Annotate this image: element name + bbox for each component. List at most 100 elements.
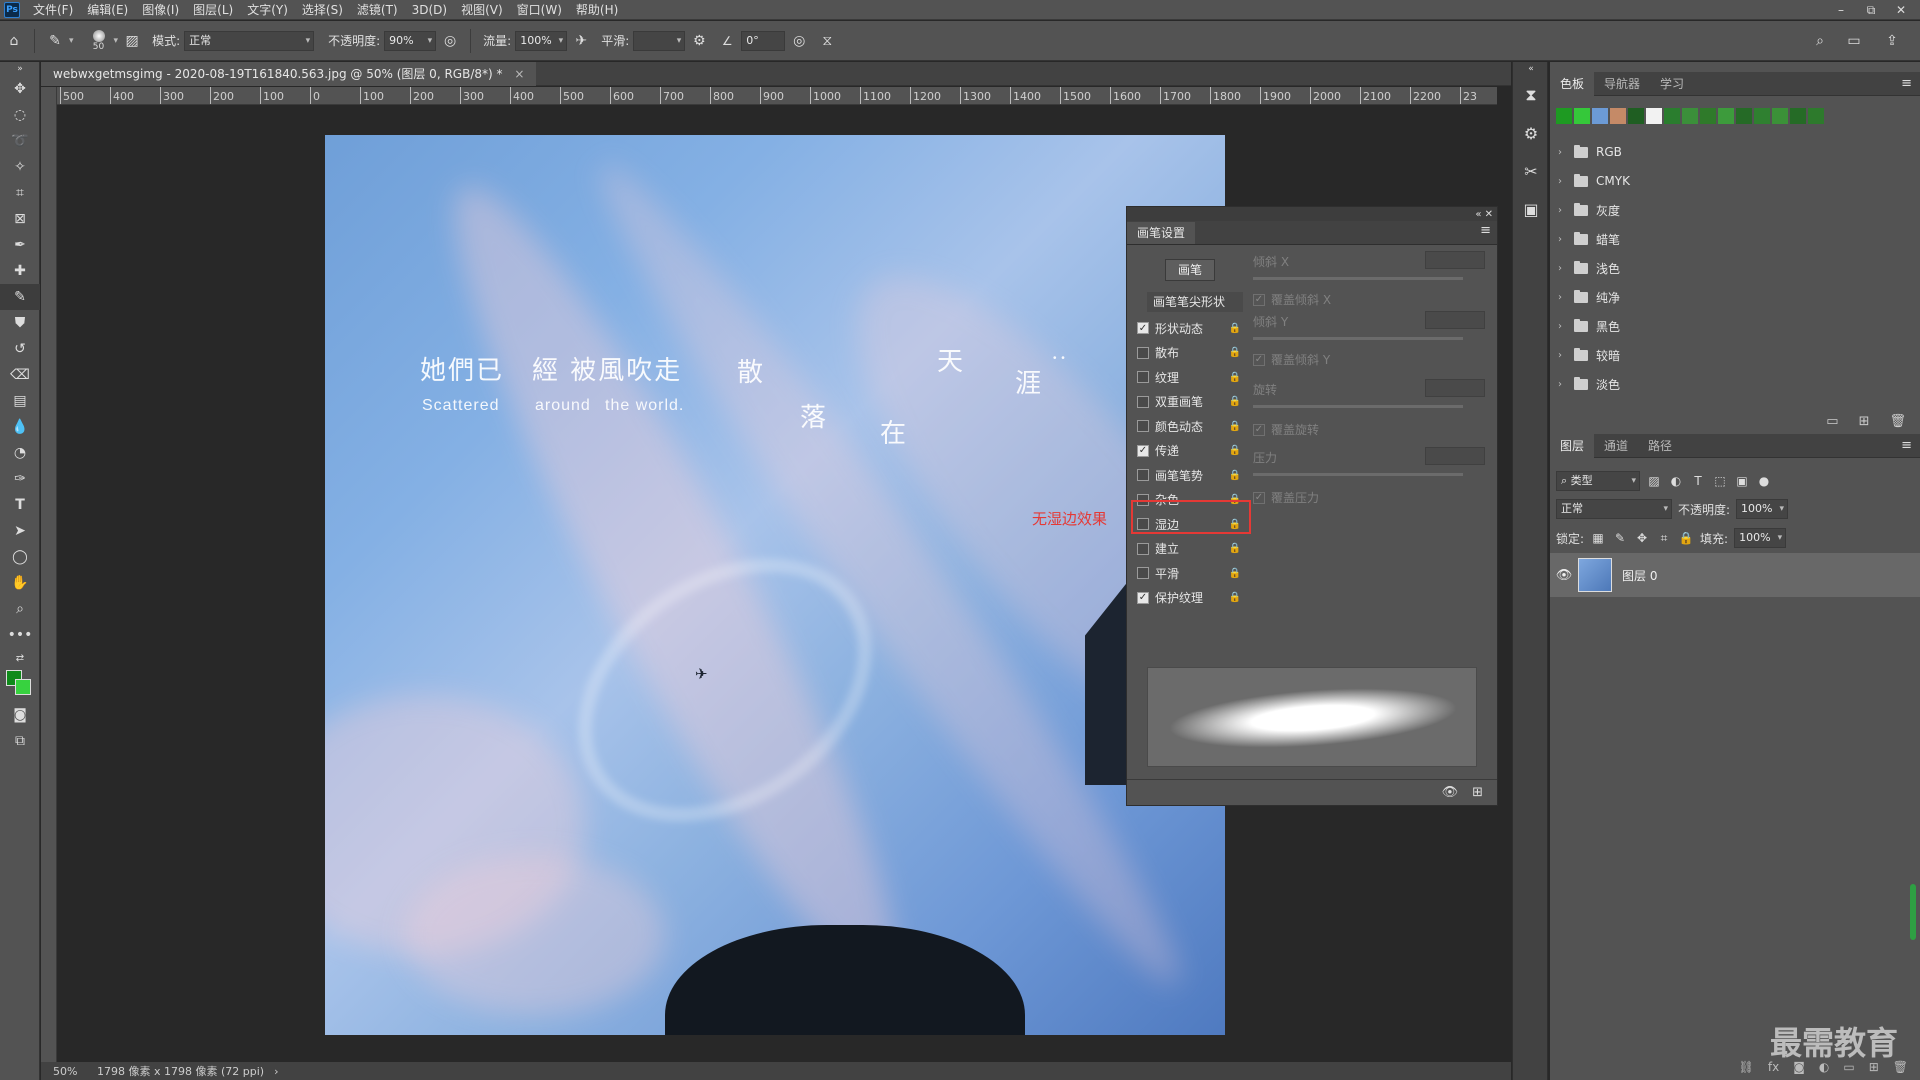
menu-layer[interactable]: 图层(L) [186,0,240,20]
ellipse-tool-icon[interactable]: ◯ [0,544,40,570]
brush-option-row[interactable]: ✓ 保护纹理 🔒 [1137,587,1243,609]
lock-icon[interactable]: 🔒 [1229,347,1241,358]
symmetry-icon[interactable]: ⧖ [816,30,838,52]
checkbox[interactable] [1137,346,1149,359]
color-swatch[interactable] [1574,108,1590,124]
minimize-button[interactable]: – [1826,0,1856,20]
smoothing-input[interactable]: ▾ [633,30,686,51]
lock-position-icon[interactable]: ✥ [1634,531,1650,545]
lock-artboard-icon[interactable]: ⌗ [1656,531,1672,546]
zoom-level[interactable]: 50% [53,1065,97,1078]
pressure-opacity-icon[interactable]: ◎ [439,30,461,52]
color-picker[interactable] [0,668,40,702]
menu-3d[interactable]: 3D(D) [405,0,454,20]
checkbox[interactable] [1137,469,1149,481]
create-new-brush-icon[interactable]: ⊞ [1472,785,1483,800]
color-swatch[interactable] [1682,108,1698,124]
document-image[interactable]: 她們已 經 被風吹走 Scattered around the world. 散… [325,135,1225,1035]
tab-learn[interactable]: 学习 [1650,72,1694,96]
lasso-tool-icon[interactable]: ➰ [0,128,40,154]
chevron-down-icon[interactable]: ▾ [114,36,119,46]
checkbox[interactable] [1137,542,1149,555]
opacity-input[interactable]: 90% ▾ [384,30,437,51]
panel-menu-icon[interactable]: ≡ [1901,438,1912,453]
healing-tool-icon[interactable]: ✚ [0,258,40,284]
vertical-ruler[interactable] [41,87,57,1062]
filter-adjustment-icon[interactable]: ◐ [1668,474,1684,488]
menu-help[interactable]: 帮助(H) [569,0,625,20]
chevron-right-icon[interactable]: › [1558,205,1570,216]
pen-tool-icon[interactable]: ✑ [0,466,40,492]
color-swatch[interactable] [1700,108,1716,124]
tab-navigator[interactable]: 导航器 [1594,72,1650,96]
color-swatch[interactable] [1664,108,1680,124]
layer-row[interactable]: 👁 图层 0 [1550,553,1920,597]
swatch-group[interactable]: › 淡色 [1558,370,1620,398]
scrollbar-thumb[interactable] [1910,884,1916,940]
tab-brush-settings[interactable]: 画笔设置 [1127,222,1196,244]
brush-tip-shape-item[interactable]: 画笔笔尖形状 [1147,292,1243,312]
dodge-tool-icon[interactable]: ◔ [0,440,40,466]
path-selection-tool-icon[interactable]: ➤ [0,518,40,544]
filter-pixel-icon[interactable]: ▨ [1646,474,1662,488]
magic-wand-tool-icon[interactable]: ✧ [0,154,40,180]
checkbox[interactable] [1137,567,1149,579]
blend-mode-select[interactable]: 正常 ▾ [1556,499,1672,519]
more-tools-icon[interactable]: ••• [0,622,40,648]
workspace-icon[interactable]: ▭ [1843,30,1865,52]
filter-shape-icon[interactable]: ⬚ [1712,474,1728,488]
brush-option-row[interactable]: ✓ 形状动态 🔒 [1137,317,1243,339]
stamp-tool-icon[interactable]: ⛊ [0,310,40,336]
quick-mask-icon[interactable]: ◙ [0,702,40,728]
color-swatch[interactable] [1790,108,1806,124]
hand-tool-icon[interactable]: ✋ [0,570,40,596]
layer-thumbnail[interactable] [1578,558,1612,592]
brush-option-row[interactable]: 建立 🔒 [1137,538,1243,560]
eyedropper-tool-icon[interactable]: ✒ [0,232,40,258]
menu-window[interactable]: 窗口(W) [510,0,569,20]
background-color-swatch[interactable] [15,679,31,695]
history-brush-tool-icon[interactable]: ↺ [0,336,40,362]
airbrush-icon[interactable]: ✈ [570,30,592,52]
brush-settings-icon[interactable]: ✂ [1513,152,1549,190]
type-tool-icon[interactable]: T [0,492,40,518]
lock-pixels-icon[interactable]: ✎ [1612,531,1628,545]
tab-swatches[interactable]: 色板 [1550,71,1595,96]
color-swatch[interactable] [1556,108,1572,124]
new-swatch-icon[interactable]: ⊞ [1859,414,1870,429]
menu-select[interactable]: 选择(S) [295,0,350,20]
chevron-right-icon[interactable]: › [1558,176,1570,187]
status-menu-arrow[interactable]: › [274,1065,278,1078]
swap-colors-icon[interactable]: ⇄ [0,648,40,668]
swatch-group[interactable]: › 灰度 [1558,196,1620,224]
swatch-group[interactable]: › 蜡笔 [1558,225,1620,253]
filter-toggle-icon[interactable]: ● [1756,474,1772,488]
tab-channels[interactable]: 通道 [1594,434,1638,458]
brush-option-row[interactable]: 散布 🔒 [1137,342,1243,364]
lock-icon[interactable]: 🔒 [1229,592,1241,603]
swatch-group[interactable]: › 黑色 [1558,312,1620,340]
library-icon[interactable]: ▣ [1513,190,1549,228]
lock-icon[interactable]: 🔒 [1229,543,1241,554]
chevron-down-icon[interactable]: ▾ [69,36,74,46]
close-window-button[interactable]: ✕ [1886,0,1916,20]
color-swatch[interactable] [1646,108,1662,124]
gradient-tool-icon[interactable]: ▤ [0,388,40,414]
properties-icon[interactable]: ⚙ [1513,114,1549,152]
chevron-right-icon[interactable]: › [1558,234,1570,245]
flow-input[interactable]: 100% ▾ [515,30,568,51]
trash-icon[interactable]: 🗑 [1889,414,1906,429]
layer-filter-select[interactable]: ⌕ 类型 ▾ [1556,471,1640,491]
brush-option-row[interactable]: 平滑 🔒 [1137,562,1243,584]
mode-select[interactable]: 正常 ▾ [184,30,315,51]
blur-tool-icon[interactable]: 💧 [0,414,40,440]
tab-layers[interactable]: 图层 [1550,433,1595,458]
brush-panel-toggle-icon[interactable]: ▨ [121,30,143,52]
lock-icon[interactable]: 🔒 [1229,470,1241,481]
share-icon[interactable]: ⇪ [1881,30,1903,52]
chevron-right-icon[interactable]: › [1558,263,1570,274]
layer-opacity-input[interactable]: 100% ▾ [1736,499,1789,519]
angle-input[interactable]: 0° [741,30,786,51]
restore-button[interactable]: ⧉ [1856,0,1886,20]
swatch-group[interactable]: › RGB [1558,138,1622,166]
